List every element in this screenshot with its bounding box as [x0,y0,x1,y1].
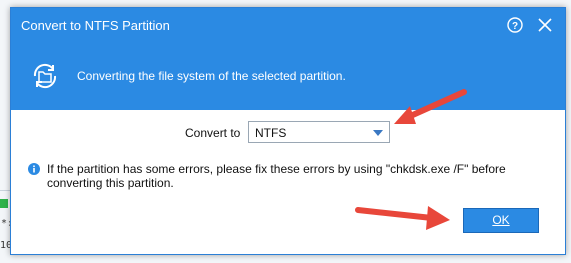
info-icon [28,163,40,175]
annotation-arrow-icon [394,89,467,124]
convert-to-label: Convert to [185,126,241,140]
info-message: If the partition has some errors, please… [47,162,506,190]
background-grid-line [0,190,10,191]
annotation-arrow-icon [355,206,450,230]
convert-ntfs-dialog: Convert to NTFS Partition ? Converting t… [10,7,566,255]
chevron-down-icon [373,130,383,136]
convert-to-select[interactable]: NTFS [248,121,390,143]
dialog-title: Convert to NTFS Partition [21,18,170,33]
ok-button[interactable]: OK [463,208,539,233]
convert-folder-icon [29,60,61,92]
svg-text:?: ? [512,21,518,32]
background-status-bar [0,199,8,208]
help-icon[interactable]: ? [505,15,525,35]
banner-text: Converting the file system of the select… [77,69,346,83]
close-icon[interactable] [535,15,555,35]
convert-to-value: NTFS [255,126,287,140]
header-banner: Converting the file system of the select… [11,42,565,110]
title-bar: Convert to NTFS Partition ? [11,8,565,42]
